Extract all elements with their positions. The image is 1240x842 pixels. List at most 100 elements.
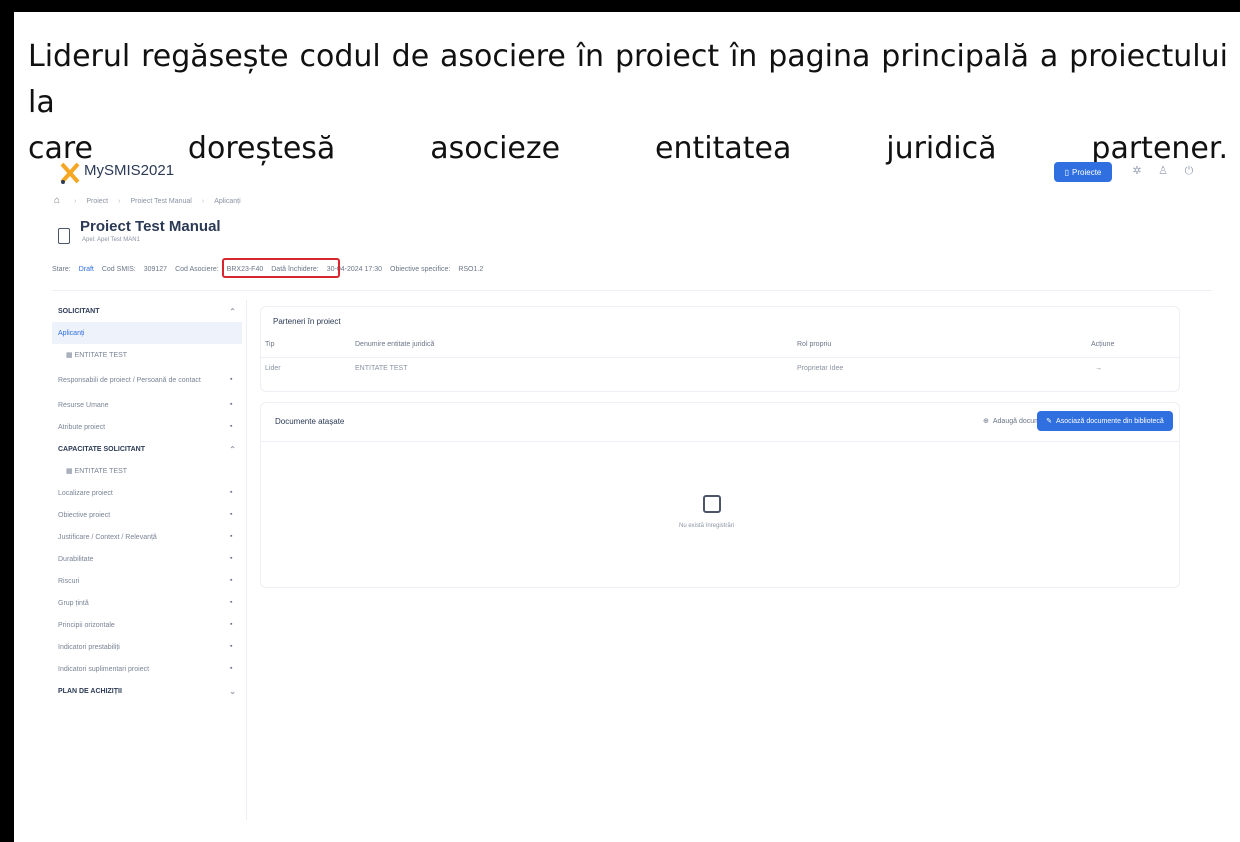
brand-name: MySMIS2021 <box>84 162 175 179</box>
status-icon: ▪ <box>230 423 233 430</box>
status-icon: ▪ <box>230 621 233 628</box>
breadcrumb-item-current: Aplicanți <box>214 197 241 205</box>
caption-line-1: Liderul regăsește codul de asociere în p… <box>28 39 1228 120</box>
sidebar-item-principii[interactable]: Principii orizontale ▪ <box>52 614 242 636</box>
sidebar-item-resurse-umane[interactable]: Resurse Umane ▪ <box>52 394 242 416</box>
sidebar-item-label: Obiective proiect <box>58 511 111 519</box>
user-icon[interactable]: ♙ <box>1156 164 1170 178</box>
sidebar-item-label: Grup țintă <box>58 599 89 607</box>
status-icon: ▪ <box>230 533 233 540</box>
sidebar-item-label: Responsabili de proiect / Persoană de co… <box>58 376 201 384</box>
table-divider <box>261 357 1179 358</box>
projects-button[interactable]: ▯ Proiecte <box>1054 162 1112 182</box>
settings-icon[interactable]: ✲ <box>1130 164 1144 178</box>
documents-panel: Documente atașate ⊕ Adaugă document nou … <box>260 402 1180 588</box>
projects-button-label: Proiecte <box>1072 167 1102 177</box>
sidebar-item-grup-tinta[interactable]: Grup țintă ▪ <box>52 592 242 614</box>
breadcrumb: ⌂ › Proiect › Proiect Test Manual › Apli… <box>54 196 241 206</box>
document-icon: ▯ <box>1064 167 1070 177</box>
arrow-right-icon[interactable]: → <box>1095 365 1102 372</box>
associate-documents-button[interactable]: ✎ Asociază documente din bibliotecă <box>1037 411 1173 431</box>
sidebar-item-obiective[interactable]: Obiective proiect ▪ <box>52 504 242 526</box>
empty-state-text: Nu există înregistrări <box>679 523 735 529</box>
assoc-code-label: Cod Asociere: <box>175 266 219 273</box>
column-header-denumire: Denumire entitate juridică <box>355 341 435 348</box>
cell-rol: Proprietar Idee <box>797 365 844 372</box>
sidebar-section-achizitii[interactable]: PLAN DE ACHIZIȚII ⌄ <box>52 680 242 702</box>
sidebar-item-indicatori-suplimentari[interactable]: Indicatori suplimentari proiect ▪ <box>52 658 242 680</box>
sidebar-item-label: Aplicanți <box>58 329 85 337</box>
sidebar-item-riscuri[interactable]: Riscuri ▪ <box>52 570 242 592</box>
smis-label: Cod SMIS: <box>101 266 136 273</box>
sidebar-item-durabilitate[interactable]: Durabilitate ▪ <box>52 548 242 570</box>
status-icon: ▪ <box>230 511 233 518</box>
partners-panel: Parteneri în proiect Tip Denumire entita… <box>260 306 1180 392</box>
status-icon: ▪ <box>230 376 233 383</box>
status-label: Stare: <box>52 266 71 273</box>
column-header-actiune: Acțiune <box>1091 341 1115 348</box>
status-icon: ▪ <box>230 643 233 650</box>
sidebar-item-label: ▦ ENTITATE TEST <box>66 467 127 475</box>
app-screenshot: MySMIS2021 ▯ Proiecte ✲ ♙ ⏻ ⌂ › Proiect … <box>14 150 1240 842</box>
frame-top-border <box>0 0 1240 12</box>
status-icon: ▪ <box>230 555 233 562</box>
status-icon: ▪ <box>230 577 233 584</box>
sidebar-section-title: CAPACITATE SOLICITANT <box>58 445 145 453</box>
building-icon: ▦ <box>66 352 75 359</box>
sidebar-section-title: PLAN DE ACHIZIȚII <box>58 687 122 695</box>
sidebar-item-label: Justificare / Context / Relevanță <box>58 533 157 541</box>
breadcrumb-separator: › <box>74 197 77 205</box>
sidebar-section-solicitant[interactable]: SOLICITANT ⌃ <box>52 300 242 322</box>
header-divider <box>52 290 1212 291</box>
sidebar-item-indicatori-prestabiliti[interactable]: Indicatori prestabiliți ▪ <box>52 636 242 658</box>
cell-tip: Lider <box>265 365 281 372</box>
cell-denumire: ENTITATE TEST <box>355 365 408 372</box>
page-title: Proiect Test Manual <box>80 218 221 235</box>
sidebar-item-label: ▦ ENTITATE TEST <box>66 351 127 359</box>
smis-value: 309127 <box>143 266 168 273</box>
sidebar-item-text: ENTITATE TEST <box>74 352 128 359</box>
frame-left-border <box>0 0 14 842</box>
mysmis-logo-icon <box>60 162 80 184</box>
sidebar-item-justificare[interactable]: Justificare / Context / Relevanță ▪ <box>52 526 242 548</box>
status-badge: Draft <box>78 266 94 273</box>
sidebar-item-label: Indicatori prestabiliți <box>58 643 120 651</box>
no-data-icon <box>703 495 721 513</box>
associate-documents-label: Asociază documente din bibliotecă <box>1056 417 1164 425</box>
sidebar-item-localizare[interactable]: Localizare proiect ▪ <box>52 482 242 504</box>
home-icon[interactable]: ⌂ <box>54 196 64 206</box>
sidebar-item-entitate-2[interactable]: ▦ ENTITATE TEST <box>52 460 242 482</box>
objectives-label: Obiective specifice: <box>390 266 451 273</box>
sidebar-item-label: Durabilitate <box>58 555 94 563</box>
status-icon: ▪ <box>230 599 233 606</box>
sidebar-item-entitate[interactable]: ▦ ENTITATE TEST <box>52 344 242 366</box>
documents-panel-title: Documente atașate <box>275 417 345 426</box>
breadcrumb-item-project[interactable]: Proiect Test Manual <box>130 198 191 205</box>
status-icon: ▪ <box>230 401 233 408</box>
sidebar-item-label: Indicatori suplimentari proiect <box>58 665 150 673</box>
chevron-up-icon: ⌃ <box>229 444 236 454</box>
sidebar: SOLICITANT ⌃ Aplicanți ▦ ENTITATE TEST R… <box>52 300 242 702</box>
panel-divider <box>261 441 1179 442</box>
sidebar-item-label: Resurse Umane <box>58 401 109 409</box>
sidebar-item-label: Localizare proiect <box>58 489 113 497</box>
power-icon[interactable]: ⏻ <box>1182 164 1196 178</box>
sidebar-section-capacitate[interactable]: CAPACITATE SOLICITANT ⌃ <box>52 438 242 460</box>
sidebar-item-label: Riscuri <box>58 577 80 585</box>
column-header-tip: Tip <box>265 341 275 348</box>
status-icon: ▪ <box>230 665 233 672</box>
objectives-value: RSO1.2 <box>458 266 484 273</box>
sidebar-item-label: Atribute proiect <box>58 423 106 431</box>
sidebar-item-aplicanti[interactable]: Aplicanți <box>52 322 242 344</box>
breadcrumb-separator: › <box>118 197 121 205</box>
sidebar-item-atribute[interactable]: Atribute proiect ▪ <box>52 416 242 438</box>
partners-panel-title: Parteneri în proiect <box>273 317 341 326</box>
sidebar-item-responsabili[interactable]: Responsabili de proiect / Persoană de co… <box>52 366 242 394</box>
sidebar-divider <box>246 300 247 820</box>
sidebar-section-title: SOLICITANT <box>58 307 100 315</box>
breadcrumb-item-proiect[interactable]: Proiect <box>86 198 108 205</box>
chevron-down-icon: ⌄ <box>229 686 236 696</box>
plus-circle-icon: ⊕ <box>983 418 989 425</box>
project-file-icon <box>58 228 70 244</box>
chevron-up-icon: ⌃ <box>229 306 236 316</box>
